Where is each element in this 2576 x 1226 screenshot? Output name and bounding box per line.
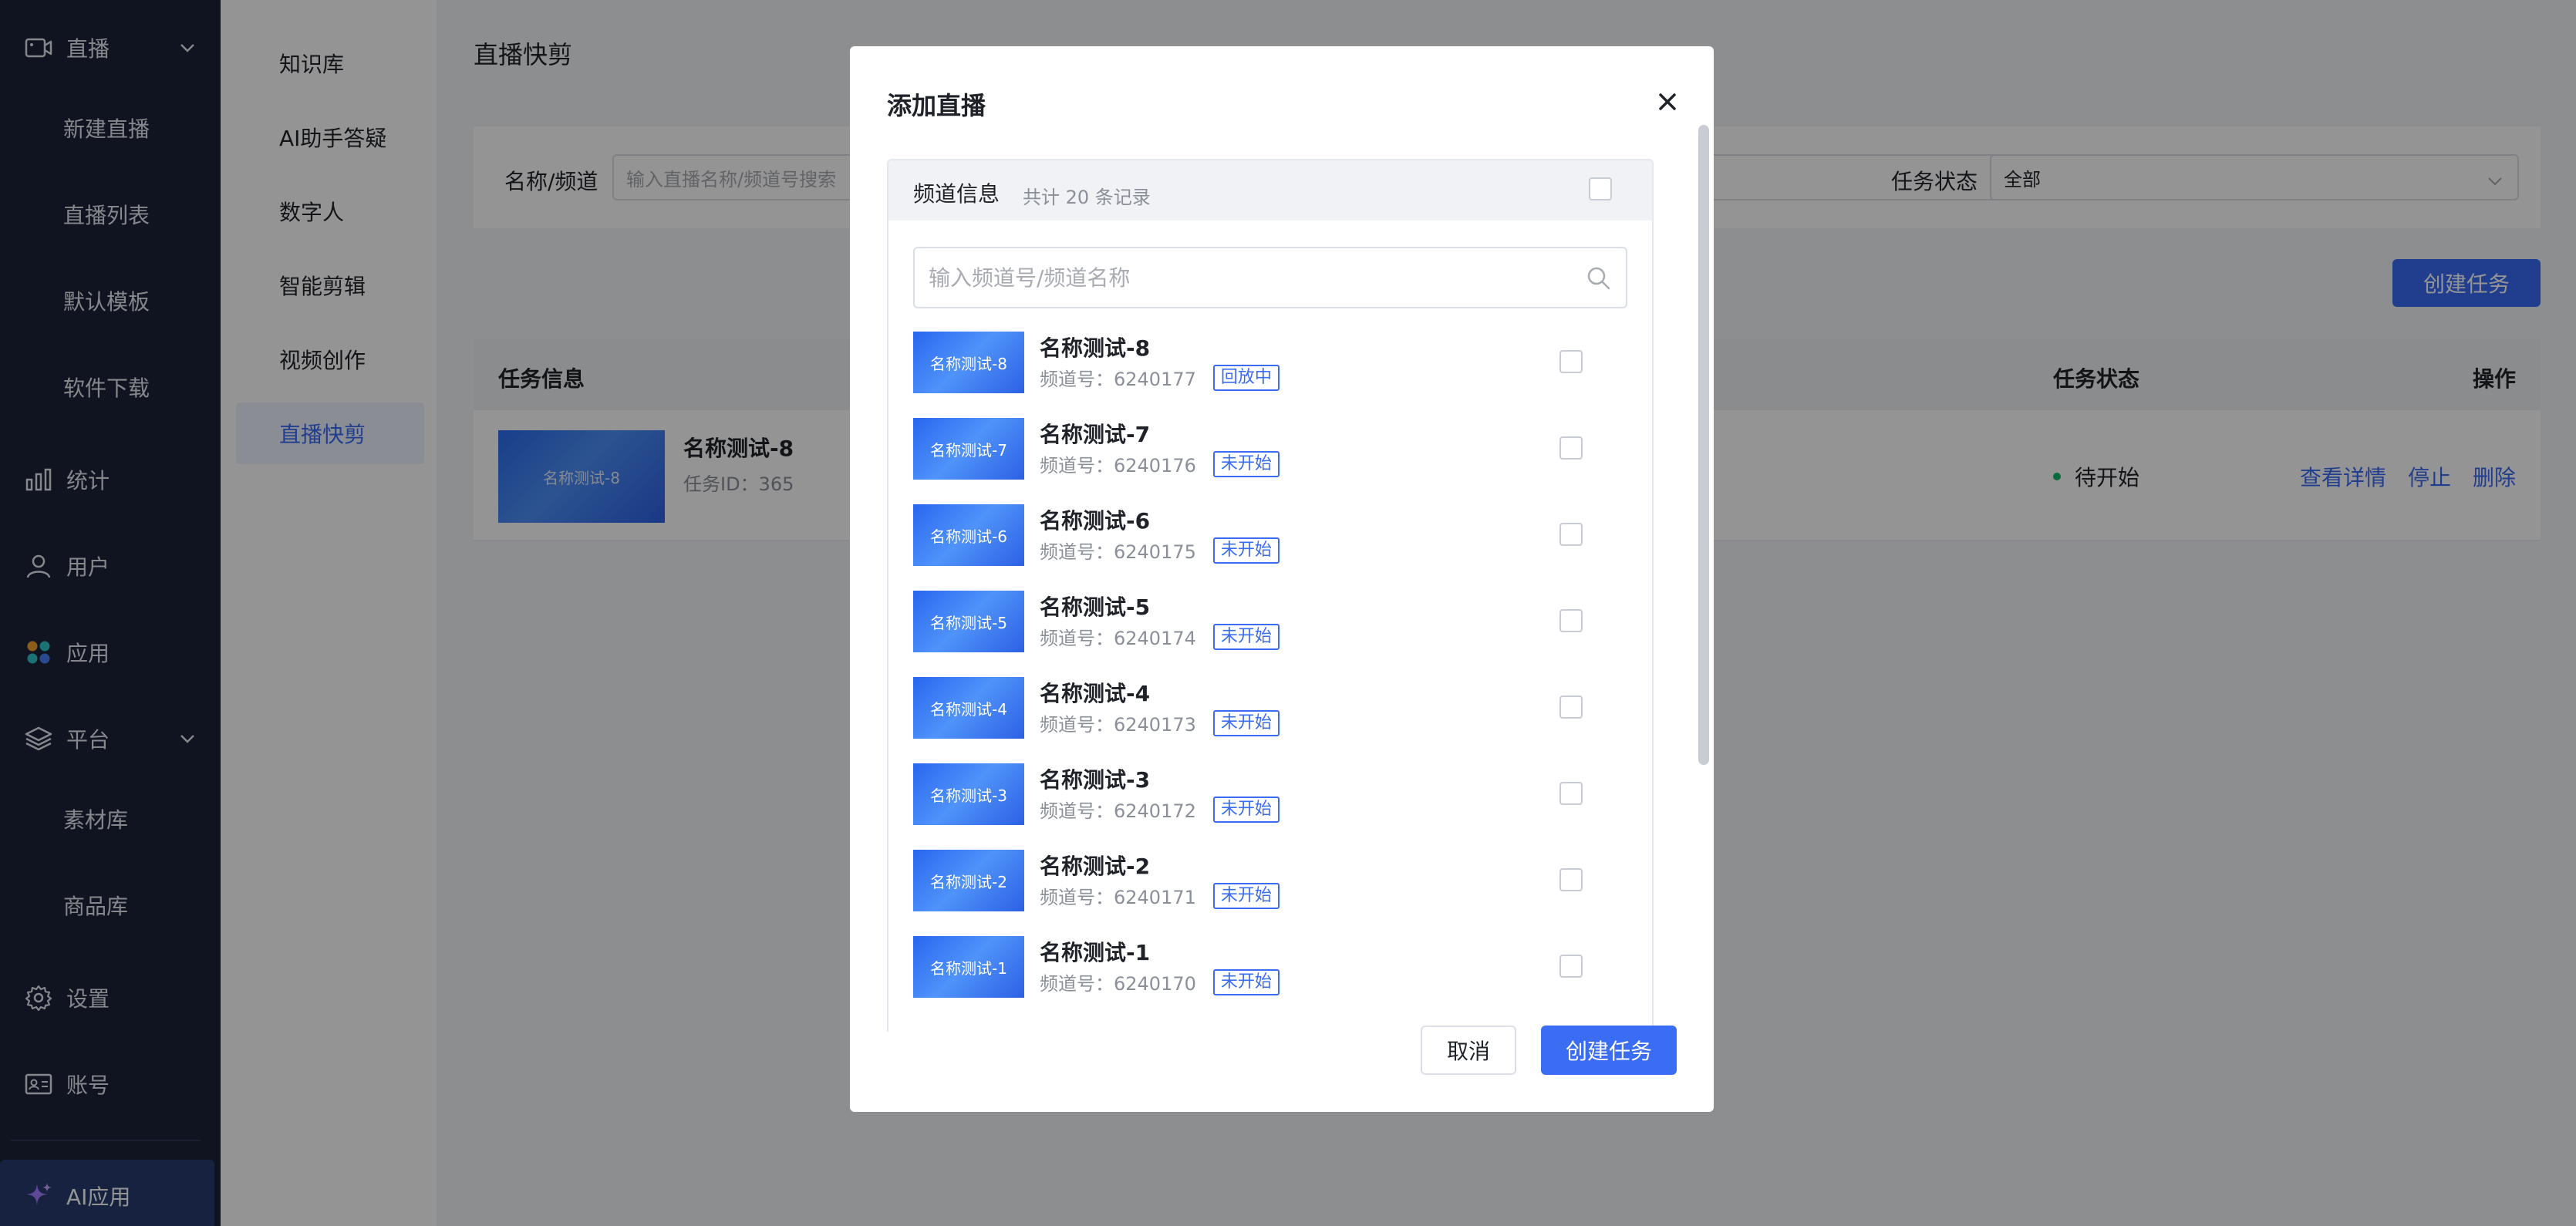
channel-name: 名称测试-8 — [1040, 335, 1151, 361]
channel-checkbox[interactable] — [1559, 523, 1583, 546]
status-badge: 回放中 — [1212, 364, 1280, 391]
channel-name: 名称测试-1 — [1040, 940, 1151, 965]
channel-thumbnail: 名称测试-4 — [913, 677, 1024, 739]
channel-checkbox[interactable] — [1559, 782, 1583, 805]
channel-number: 频道号：6240171 — [1040, 887, 1196, 908]
channel-name: 名称测试-3 — [1040, 767, 1151, 793]
channel-list: 名称测试-8 名称测试-8 频道号：6240177 回放中 名称测试-7 名称测试… — [888, 332, 1652, 1032]
cancel-button[interactable]: 取消 — [1421, 1026, 1516, 1075]
channel-checkbox[interactable] — [1559, 868, 1583, 891]
channel-number: 频道号：6240170 — [1040, 973, 1196, 995]
channel-number: 频道号：6240174 — [1040, 628, 1196, 649]
channel-meta: 频道号：6240172 未开始 — [1040, 796, 1280, 823]
status-badge: 未开始 — [1212, 450, 1280, 477]
status-badge: 未开始 — [1212, 623, 1280, 650]
close-icon[interactable] — [1652, 86, 1683, 117]
channel-thumbnail: 名称测试-8 — [913, 332, 1024, 393]
channel-thumbnail: 名称测试-7 — [913, 418, 1024, 480]
channel-number: 频道号：6240177 — [1040, 369, 1196, 390]
search-icon[interactable] — [1586, 265, 1612, 291]
channel-panel: 频道信息 共计 20 条记录 名称测试-8 名称测试-8 频道号：6240177… — [887, 159, 1654, 1032]
channel-checkbox[interactable] — [1559, 696, 1583, 719]
channel-meta: 频道号：6240177 回放中 — [1040, 364, 1280, 391]
channel-name: 名称测试-7 — [1040, 422, 1151, 447]
list-item[interactable]: 名称测试-8 名称测试-8 频道号：6240177 回放中 — [888, 332, 1652, 418]
list-item[interactable]: 名称测试-5 名称测试-5 频道号：6240174 未开始 — [888, 591, 1652, 677]
channel-name: 名称测试-6 — [1040, 508, 1151, 534]
list-item[interactable]: 名称测试-2 名称测试-2 频道号：6240171 未开始 — [888, 850, 1652, 936]
channel-thumbnail: 名称测试-2 — [913, 850, 1024, 911]
add-live-modal: 添加直播 频道信息 共计 20 条记录 名称测试-8 名称测试-8 频道号：62… — [850, 46, 1714, 1112]
channel-meta: 频道号：6240173 未开始 — [1040, 709, 1280, 736]
confirm-create-task-button[interactable]: 创建任务 — [1541, 1026, 1677, 1075]
channel-number: 频道号：6240175 — [1040, 541, 1196, 563]
select-all-checkbox[interactable] — [1589, 177, 1612, 200]
channel-meta: 频道号：6240171 未开始 — [1040, 882, 1280, 909]
channel-checkbox[interactable] — [1559, 955, 1583, 978]
status-badge: 未开始 — [1212, 709, 1280, 736]
channel-checkbox[interactable] — [1559, 436, 1583, 460]
list-item[interactable]: 名称测试-7 名称测试-7 频道号：6240176 未开始 — [888, 418, 1652, 504]
modal-title: 添加直播 — [887, 91, 986, 120]
channel-number: 频道号：6240172 — [1040, 800, 1196, 822]
channel-thumbnail: 名称测试-6 — [913, 504, 1024, 566]
channel-search-input[interactable] — [929, 248, 1561, 307]
modal-scrollbar[interactable] — [1698, 125, 1709, 765]
channel-number: 频道号：6240173 — [1040, 714, 1196, 736]
channel-name: 名称测试-5 — [1040, 594, 1151, 620]
channel-meta: 频道号：6240174 未开始 — [1040, 623, 1280, 650]
channel-thumbnail: 名称测试-1 — [913, 936, 1024, 998]
channel-thumbnail: 名称测试-5 — [913, 591, 1024, 652]
list-item[interactable]: 名称测试-1 名称测试-1 频道号：6240170 未开始 — [888, 936, 1652, 1022]
list-item[interactable]: 名称测试-6 名称测试-6 频道号：6240175 未开始 — [888, 504, 1652, 591]
status-badge: 未开始 — [1212, 882, 1280, 909]
channel-name: 名称测试-2 — [1040, 854, 1151, 879]
channel-checkbox[interactable] — [1559, 350, 1583, 373]
list-item[interactable]: 名称测试-3 名称测试-3 频道号：6240172 未开始 — [888, 763, 1652, 850]
channel-thumbnail: 名称测试-3 — [913, 763, 1024, 825]
channel-record-count: 共计 20 条记录 — [1023, 187, 1151, 208]
channel-panel-title: 频道信息 — [913, 181, 1000, 207]
channel-meta: 频道号：6240175 未开始 — [1040, 537, 1280, 564]
channel-checkbox[interactable] — [1559, 609, 1583, 632]
list-item[interactable]: 名称测试-4 名称测试-4 频道号：6240173 未开始 — [888, 677, 1652, 763]
channel-search-box — [913, 247, 1627, 308]
channel-number: 频道号：6240176 — [1040, 455, 1196, 477]
channel-meta: 频道号：6240176 未开始 — [1040, 450, 1280, 477]
status-badge: 未开始 — [1212, 537, 1280, 564]
status-badge: 未开始 — [1212, 796, 1280, 823]
status-badge: 未开始 — [1212, 968, 1280, 995]
channel-panel-header: 频道信息 共计 20 条记录 — [888, 160, 1652, 221]
channel-name: 名称测试-4 — [1040, 681, 1151, 706]
channel-meta: 频道号：6240170 未开始 — [1040, 968, 1280, 995]
